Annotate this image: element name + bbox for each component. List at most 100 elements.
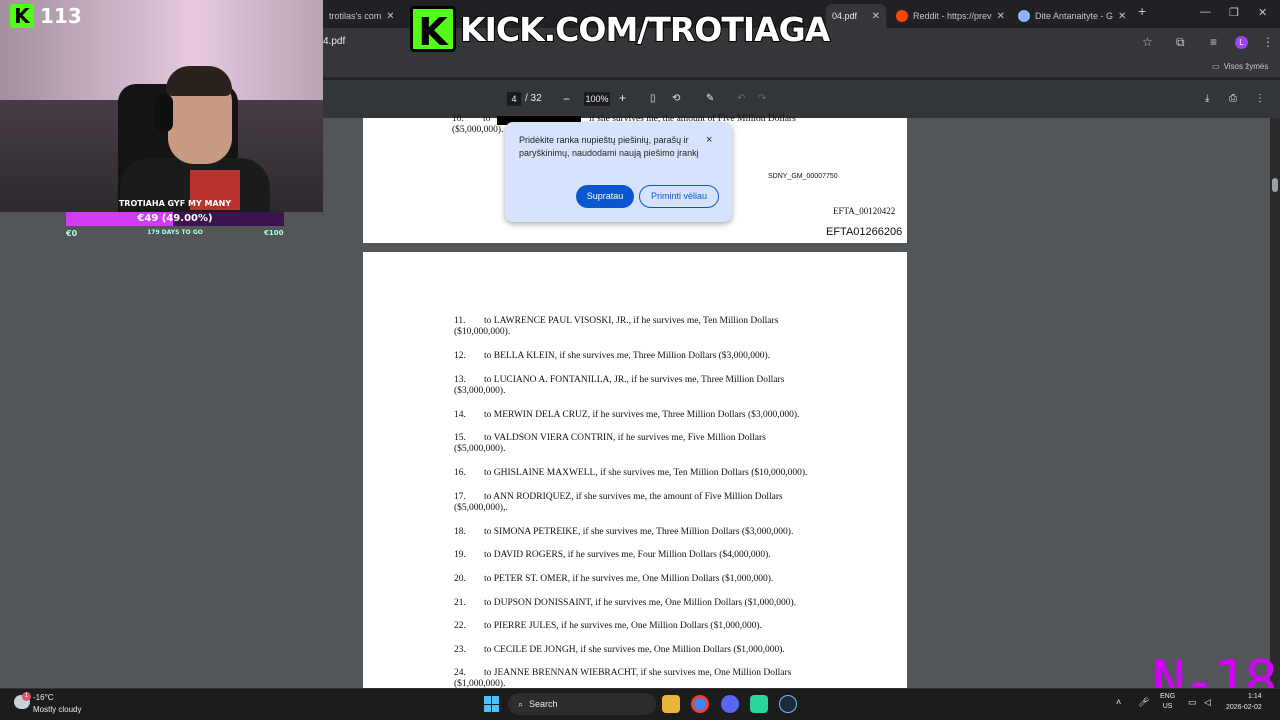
draw-icon[interactable]: ✎ [706, 93, 714, 104]
file-explorer-icon[interactable] [662, 695, 680, 713]
item-text: to ANN RODRIQUEZ, if she survives me, th… [484, 491, 783, 502]
item-number: 20. [454, 574, 466, 584]
item-number: 24. [454, 668, 466, 679]
goal-title: TROTIAHA GYF MY MANY [118, 199, 232, 208]
reddit-icon [896, 10, 908, 22]
item-number: 16. [454, 468, 466, 479]
item-number: 19. [454, 550, 466, 561]
item-continuation: ($10,000,000). [454, 327, 511, 337]
kick-banner: K KICK.COM/TROTIAGA [410, 4, 838, 54]
item-number: 22. [454, 621, 466, 632]
item-text: to MERWIN DELA CRUZ, if he survives me, … [484, 409, 800, 420]
kick-viewer-badge: K 113 [10, 4, 82, 28]
item-text: to DAVID ROGERS, if he survives me, Four… [484, 550, 771, 561]
menu-icon[interactable]: ⋮ [1262, 35, 1274, 49]
page-total: / 32 [525, 93, 542, 104]
rotate-icon[interactable]: ⟲ [672, 93, 680, 104]
close-window-icon[interactable]: ✕ [1258, 6, 1267, 19]
bates-sdny: SDNY_GM_00007750 [768, 173, 838, 180]
item-number: 14. [454, 409, 466, 420]
fit-page-icon[interactable]: ▯ [650, 93, 656, 104]
tab-close-icon[interactable]: ✕ [386, 11, 393, 22]
weather-temperature[interactable]: -16°C [33, 693, 54, 702]
tab-close-icon[interactable]: ✕ [872, 11, 880, 22]
weather-description[interactable]: Mostly cloudy [33, 705, 81, 714]
popup-message: Pridėkite ranka nupieštų piešinių, paraš… [519, 135, 699, 158]
lang-top: ENG [1160, 693, 1176, 700]
item-to: to [483, 114, 491, 124]
popup-close-icon[interactable]: × [706, 134, 712, 146]
kick-logo-icon: K [10, 4, 34, 28]
language-indicator[interactable]: ENG US [1160, 692, 1175, 712]
page-number-input[interactable]: 4 [507, 92, 521, 106]
tab-1-title: trotilas's com [329, 11, 382, 21]
goal-amount: €49 (49.00%) [137, 213, 213, 224]
volume-icon[interactable]: ◁ [1204, 697, 1211, 708]
network-icon[interactable]: ▭ [1188, 697, 1197, 708]
item-continuation: ($3,000,000). [454, 385, 506, 396]
clock-time[interactable]: 1:14 [1248, 693, 1262, 700]
bates-efta-1: EFTA_00120422 [833, 206, 896, 216]
folder-icon: ▭ [1212, 62, 1220, 71]
item-text: to LUCIANO A. FONTANILLA, JR., if he sur… [484, 374, 785, 385]
scrollbar-thumb[interactable] [1272, 178, 1278, 192]
zoom-out-button[interactable]: − [563, 92, 570, 106]
item-text: to GHISLAINE MAXWELL, if she survives me… [484, 468, 808, 479]
new-tab-button[interactable]: + [1138, 3, 1146, 19]
print-icon[interactable]: ⎙ [1229, 93, 1237, 104]
chevron-up-icon[interactable]: ˄ [1116, 697, 1121, 707]
tab-4-title: Dite Antanaityte - G [1035, 11, 1114, 21]
taskbar-search[interactable]: ⌕ Search [508, 693, 656, 715]
headset-icon [155, 94, 173, 132]
notification-badge: 1 [22, 692, 31, 701]
restore-icon[interactable]: ❐ [1229, 6, 1239, 19]
scrollbar[interactable] [1270, 118, 1280, 688]
item-text: to PIERRE JULES, if he survives me, One … [484, 621, 762, 632]
tab-3[interactable]: Reddit - https://prev ✕ [890, 4, 1008, 28]
item-number: 12. [454, 351, 466, 361]
item-number: 18. [454, 526, 466, 537]
item-text: to CECILE DE JONGH, if she survives me, … [484, 644, 785, 655]
download-icon[interactable]: ⤓ [1205, 93, 1209, 104]
item-number: 15. [454, 433, 466, 444]
streamer-hair [166, 66, 232, 96]
got-it-button[interactable]: Supratau [576, 185, 634, 208]
microphone-icon[interactable]: 🎤︎ [1138, 697, 1149, 708]
tab-close-icon[interactable]: ✕ [1118, 11, 1126, 22]
zoom-in-button[interactable]: + [619, 91, 626, 105]
goal-days-left: 179 DAYS TO GO [147, 229, 203, 236]
google-icon [1018, 10, 1030, 22]
reading-list-icon[interactable]: ≡ [1210, 35, 1217, 49]
profile-avatar[interactable]: L [1235, 36, 1248, 49]
clock-date[interactable]: 2026-02-02 [1226, 704, 1262, 711]
all-bookmarks[interactable]: ▭ Visos žymės [1212, 62, 1268, 71]
lang-bottom: US [1162, 703, 1173, 710]
bookmark-star-icon[interactable]: ☆ [1142, 35, 1153, 49]
webcam-overlay: K 113 [0, 0, 323, 212]
tab-1[interactable]: trotilas's com ✕ [323, 4, 393, 28]
tab-close-icon[interactable]: ✕ [997, 11, 1005, 22]
pdf-page-4: 11. to LAWRENCE PAUL VISOSKI, JR., if he … [363, 252, 907, 692]
goal-max: €100 [264, 229, 284, 237]
extensions-icon[interactable]: ⧉ [1176, 35, 1185, 50]
item-text: to BELLA KLEIN, if she survives me, Thre… [484, 351, 771, 361]
redo-icon[interactable]: ↷ [758, 93, 766, 104]
app-icon[interactable] [750, 695, 768, 713]
discord-icon[interactable] [721, 695, 739, 713]
steam-icon[interactable] [779, 695, 797, 713]
item-number: 21. [454, 597, 466, 608]
search-label: Search [529, 699, 558, 709]
item-text: to VALDSON VIERA CONTRIN, if he survives… [484, 433, 766, 444]
item-continuation: ($5,000,000). [454, 444, 506, 455]
more-options-icon[interactable]: ⋮ [1255, 93, 1265, 104]
undo-icon[interactable]: ↶ [737, 93, 745, 104]
zoom-input[interactable]: 100% [584, 92, 610, 106]
remind-later-button[interactable]: Priminti vėliau [639, 185, 719, 208]
windows-start-icon[interactable] [484, 696, 500, 712]
minimize-icon[interactable]: — [1200, 6, 1211, 18]
tab-4[interactable]: Dite Antanaityte - G ✕ [1012, 4, 1130, 28]
item-text: to DUPSON DONISSAINT, if he survives me,… [484, 597, 796, 608]
item-number: 11. [454, 316, 466, 326]
url-text[interactable]: 4.pdf [323, 36, 345, 47]
chrome-icon[interactable] [691, 695, 709, 713]
